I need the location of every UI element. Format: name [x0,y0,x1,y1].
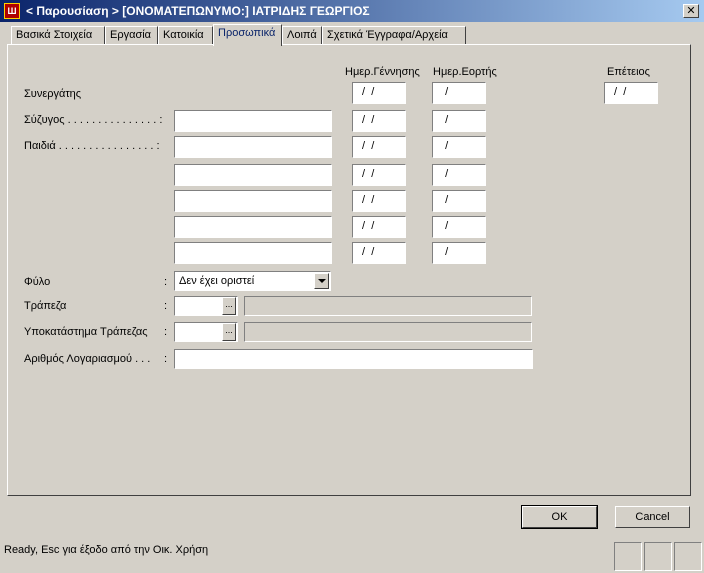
status-pane-3 [674,542,702,571]
gender-select-value: Δεν έχει οριστεί [179,275,255,287]
child-5-name-field[interactable] [174,242,332,264]
tab-other[interactable]: Λοιπά [282,26,322,44]
column-header-name-day: Ημερ.Εορτής [433,66,497,78]
label-bank-branch: Υποκατάστημα Τράπεζας [24,326,148,338]
branch-colon: : [164,326,168,338]
status-bar: Ready, Esc για έξοδο από την Οικ. Χρήση [0,540,704,573]
account-number-field[interactable] [174,349,533,369]
label-partner: Συνεργάτης [24,88,82,100]
partner-birth-date-field[interactable]: / / [352,82,406,104]
branch-lookup-button[interactable]: ... [222,323,236,341]
tab-work[interactable]: Εργασία [105,26,158,44]
account-colon: : [164,353,168,365]
column-header-birth-date: Ημερ.Γέννησης [345,66,420,78]
child-4-birth-date-field[interactable]: / / [352,216,406,238]
status-pane-2 [644,542,672,571]
column-header-anniversary: Επέτειος [607,66,650,78]
status-text: Ready, Esc για έξοδο από την Οικ. Χρήση [4,544,209,556]
status-pane-1 [614,542,642,571]
tab-basic-info[interactable]: Βασικά Στοιχεία [11,26,105,44]
ok-button[interactable]: OK [521,505,598,529]
app-icon: Ш [4,3,20,19]
bank-lookup-button[interactable]: ... [222,297,236,315]
child-2-name-field[interactable] [174,164,332,186]
child-4-name-day-field[interactable]: / [432,216,486,238]
gender-select[interactable]: Δεν έχει οριστεί [174,271,331,291]
child-4-name-field[interactable] [174,216,332,238]
label-children: Παιδιά . . . . . . . . . . . . . . . . : [24,140,160,152]
label-bank: Τράπεζα [24,300,67,312]
window-title: < Παρουσίαση > [ΟΝΟΜΑΤΕΠΩΝΥΜΟ:] ΙΑΤΡΙΔΗΣ… [26,4,370,18]
bank-colon: : [164,300,168,312]
child-5-name-day-field[interactable]: / [432,242,486,264]
spouse-name-day-field[interactable]: / [432,110,486,132]
spouse-name-field[interactable] [174,110,332,132]
child-2-name-day-field[interactable]: / [432,164,486,186]
gender-colon: : [164,276,168,288]
child-3-name-day-field[interactable]: / [432,190,486,212]
partner-name-day-field[interactable]: / [432,82,486,104]
child-1-name-day-field[interactable]: / [432,136,486,158]
spouse-birth-date-field[interactable]: / / [352,110,406,132]
child-3-name-field[interactable] [174,190,332,212]
label-gender: Φύλο [24,276,51,288]
tab-personal[interactable]: Προσωπικά [213,24,282,46]
tab-panel-personal [7,44,691,496]
chevron-down-icon[interactable] [314,273,329,289]
tab-residence[interactable]: Κατοικία [158,26,213,44]
child-1-name-field[interactable] [174,136,332,158]
bank-name-field [244,296,532,316]
cancel-button[interactable]: Cancel [615,506,690,528]
anniversary-date-field[interactable]: / / [604,82,658,104]
child-5-birth-date-field[interactable]: / / [352,242,406,264]
tab-related-documents[interactable]: Σχετικά Έγγραφα/Αρχεία [322,26,466,44]
title-bar[interactable]: Ш < Παρουσίαση > [ΟΝΟΜΑΤΕΠΩΝΥΜΟ:] ΙΑΤΡΙΔ… [0,0,704,22]
child-1-birth-date-field[interactable]: / / [352,136,406,158]
child-3-birth-date-field[interactable]: / / [352,190,406,212]
branch-name-field [244,322,532,342]
close-icon[interactable]: ✕ [683,4,699,18]
label-account-number: Αριθμός Λογαριασμού . . . [24,353,151,365]
label-spouse: Σύζυγος . . . . . . . . . . . . . . . : [24,114,163,126]
child-2-birth-date-field[interactable]: / / [352,164,406,186]
